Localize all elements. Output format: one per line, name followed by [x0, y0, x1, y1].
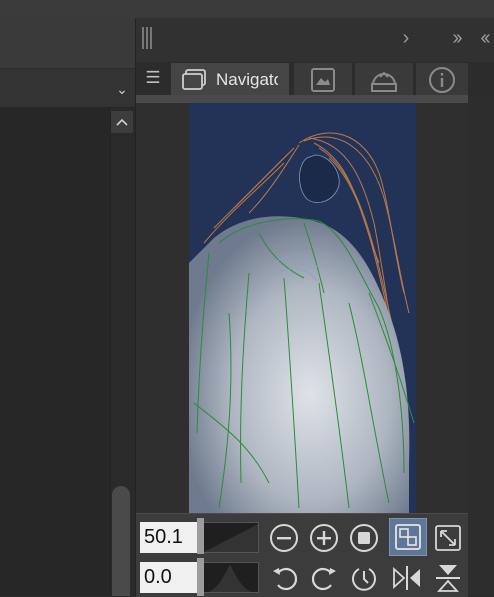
zoom-slider[interactable]: [199, 522, 259, 553]
flip-vertical-button[interactable]: [431, 561, 465, 595]
scroll-thumb[interactable]: [112, 486, 130, 596]
actual-size-icon: [350, 524, 378, 552]
rotate-right-button[interactable]: [307, 561, 341, 595]
chevron-right-icon[interactable]: ›: [396, 25, 416, 51]
layer-property-icon: [371, 71, 397, 92]
reset-rotation-icon: [352, 568, 376, 591]
scroll-up-button[interactable]: [111, 111, 133, 133]
sub-view-icon: [311, 67, 335, 92]
double-chevron-right-icon[interactable]: ››: [444, 25, 468, 51]
actual-size-button[interactable]: [347, 521, 381, 555]
rotation-slider[interactable]: [199, 562, 259, 593]
fit-to-navigator-button[interactable]: [389, 518, 427, 556]
info-icon: [429, 66, 455, 93]
fit-to-navigator-icon: [395, 524, 421, 550]
tab-layer-property[interactable]: [355, 63, 413, 96]
chevron-down-icon[interactable]: ⌄: [112, 79, 132, 99]
tab-navigator-label: Navigator: [216, 69, 278, 89]
top-strip: [0, 0, 494, 18]
reset-rotation-button[interactable]: [347, 561, 381, 595]
fit-to-window-button[interactable]: [431, 521, 465, 555]
tab-navigator[interactable]: Navigator: [171, 63, 289, 96]
tab-sub-view[interactable]: [294, 63, 352, 96]
zoom-in-icon: [310, 524, 338, 552]
zoom-in-button[interactable]: [307, 521, 341, 555]
double-chevron-left-icon[interactable]: ‹‹: [474, 25, 494, 51]
zoom-out-button[interactable]: [267, 521, 301, 555]
canvas-preview[interactable]: [189, 103, 416, 513]
tab-info[interactable]: [416, 63, 468, 96]
left-panel-list: [0, 108, 110, 596]
rotate-right-icon: [311, 567, 336, 591]
panel-grip-handle[interactable]: [142, 27, 154, 49]
rotation-input[interactable]: 0.0: [140, 562, 198, 593]
rotate-left-button[interactable]: [268, 561, 302, 595]
right-edge-strip: [468, 96, 494, 596]
rotate-left-icon: [273, 567, 298, 591]
zoom-out-icon: [270, 524, 298, 552]
flip-horizontal-icon: [393, 566, 420, 590]
fit-to-window-icon: [435, 525, 461, 551]
menu-icon[interactable]: ☰: [140, 64, 166, 92]
left-panel-header: [0, 18, 135, 69]
flip-vertical-icon: [436, 565, 460, 592]
flip-horizontal-button[interactable]: [390, 561, 424, 595]
tab-underline: [136, 95, 468, 103]
navigator-icon: [182, 68, 206, 90]
zoom-slider-handle[interactable]: [197, 518, 204, 554]
rotation-slider-handle[interactable]: [197, 558, 204, 596]
zoom-input[interactable]: 50.1: [140, 522, 198, 553]
